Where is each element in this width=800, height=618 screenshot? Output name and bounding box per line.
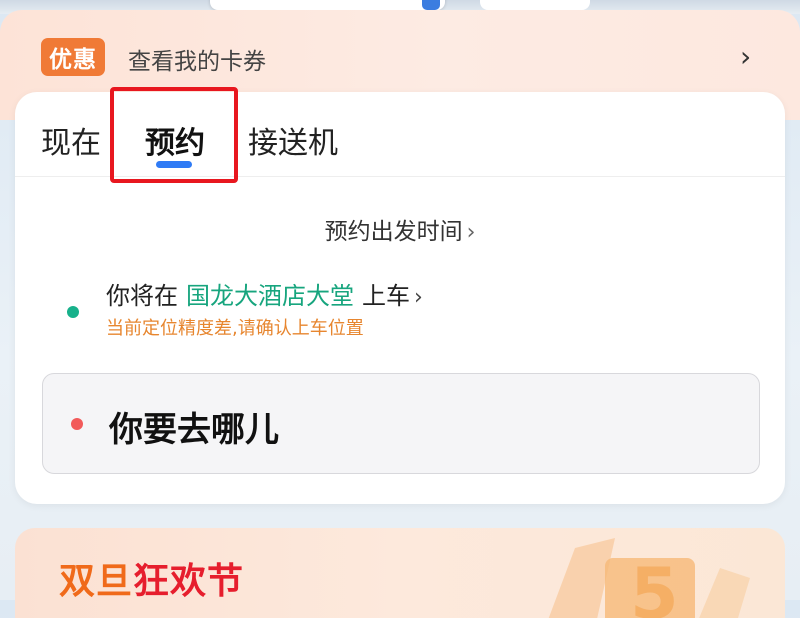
destination-dot-icon: [71, 418, 83, 430]
tab-highlight-annotation: [110, 87, 238, 183]
chevron-right-icon: ›: [740, 40, 752, 73]
location-accuracy-warning: 当前定位精度差,请确认上车位置: [106, 318, 364, 339]
pickup-suffix: 上车: [362, 282, 410, 310]
promo-decoration-icon: 5: [548, 538, 750, 618]
tab-now[interactable]: 现在: [41, 118, 101, 162]
map-overlay-card: [210, 0, 445, 10]
coupon-label: 查看我的卡券: [128, 49, 266, 75]
destination-placeholder: 你要去哪儿: [109, 410, 279, 450]
departure-time-label: 预约出发时间: [324, 219, 463, 245]
tab-airport-transfer[interactable]: 接送机: [248, 118, 338, 162]
chevron-right-icon: ›: [466, 220, 476, 245]
ride-booking-card: 现在 预约 接送机 预约出发时间 › 你将在 国龙大酒店大堂 上车 › 当前定位精度差,…: [15, 87, 785, 504]
chevron-right-icon: ›: [414, 285, 423, 310]
pickup-prefix: 你将在: [106, 282, 178, 310]
promo-banner[interactable]: 双旦狂欢节 5: [15, 528, 785, 618]
promo-title-part1: 双旦: [59, 561, 134, 602]
ride-mode-tabs: 现在 预约 接送机: [15, 87, 785, 183]
pickup-location-selector[interactable]: 你将在 国龙大酒店大堂 上车 ›: [106, 276, 423, 311]
svg-text:5: 5: [630, 553, 679, 618]
map-pin-icon: [422, 0, 440, 10]
coupon-badge: 优惠: [41, 38, 105, 76]
map-overlay-card: [480, 0, 590, 10]
pickup-location-name[interactable]: 国龙大酒店大堂: [186, 282, 354, 310]
promo-title-part2: 狂欢节: [133, 561, 245, 602]
promo-title: 双旦狂欢节: [59, 552, 244, 604]
pickup-dot-icon: [67, 306, 79, 318]
destination-input[interactable]: 你要去哪儿: [42, 373, 760, 474]
departure-time-selector[interactable]: 预约出发时间 ›: [15, 212, 785, 246]
